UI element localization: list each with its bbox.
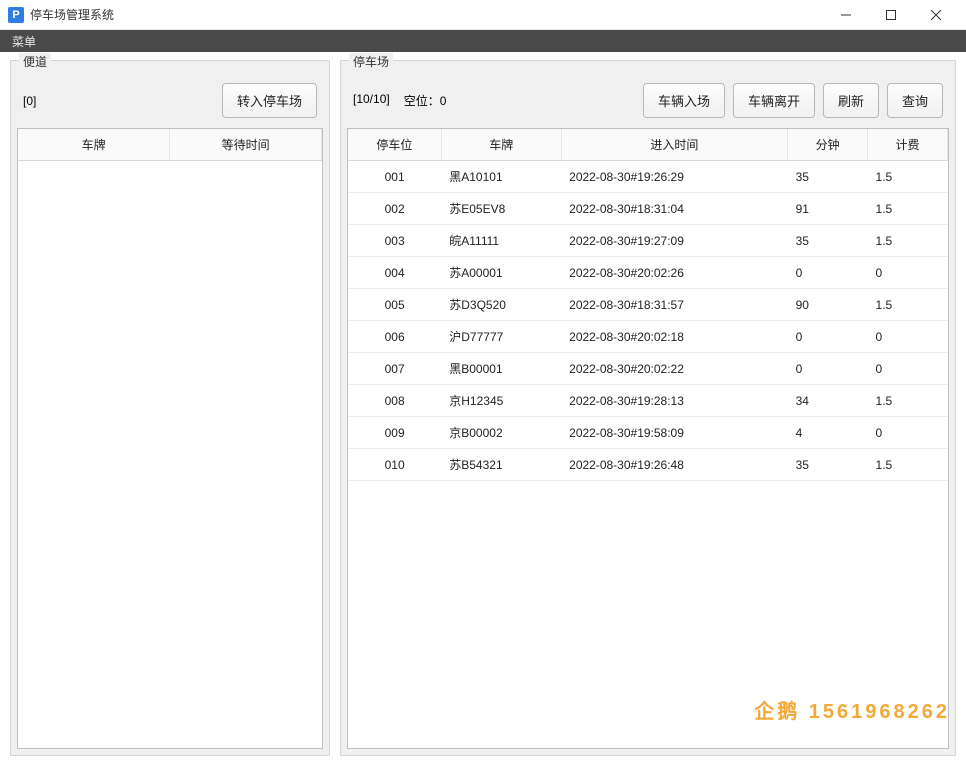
cell-enter_time: 2022-08-30#20:02:26 [561, 257, 787, 289]
cell-minutes: 0 [788, 257, 868, 289]
cell-fee: 0 [868, 353, 948, 385]
lane-table: 车牌 等待时间 [18, 129, 322, 161]
menubar: 菜单 [0, 30, 966, 52]
cell-plate: 苏D3Q520 [441, 289, 561, 321]
cell-fee: 0 [868, 417, 948, 449]
lot-table-wrap[interactable]: 停车位 车牌 进入时间 分钟 计费 001黑A101012022-08-30#1… [347, 128, 949, 749]
minimize-button[interactable] [823, 1, 868, 29]
menu-main[interactable]: 菜单 [8, 33, 40, 50]
table-row[interactable]: 002苏E05EV82022-08-30#18:31:04911.5 [348, 193, 948, 225]
cell-fee: 1.5 [868, 449, 948, 481]
cell-fee: 1.5 [868, 161, 948, 193]
lot-col-plate[interactable]: 车牌 [441, 129, 561, 161]
cell-fee: 0 [868, 257, 948, 289]
table-row[interactable]: 001黑A101012022-08-30#19:26:29351.5 [348, 161, 948, 193]
cell-enter_time: 2022-08-30#19:28:13 [561, 385, 787, 417]
cell-plate: 京H12345 [441, 385, 561, 417]
table-row[interactable]: 004苏A000012022-08-30#20:02:2600 [348, 257, 948, 289]
lot-vacancy: 空位：0 [404, 92, 447, 109]
cell-fee: 1.5 [868, 385, 948, 417]
table-row[interactable]: 003皖A111112022-08-30#19:27:09351.5 [348, 225, 948, 257]
cell-minutes: 4 [788, 417, 868, 449]
vehicle-leave-button[interactable]: 车辆离开 [733, 83, 815, 118]
app-icon: P [8, 7, 24, 23]
window-titlebar: P 停车场管理系统 [0, 0, 966, 30]
cell-spot: 004 [348, 257, 441, 289]
cell-spot: 001 [348, 161, 441, 193]
table-row[interactable]: 006沪D777772022-08-30#20:02:1800 [348, 321, 948, 353]
lot-toolbar: [10/10] 空位：0 车辆入场 车辆离开 刷新 查询 [347, 75, 949, 128]
cell-enter_time: 2022-08-30#19:26:48 [561, 449, 787, 481]
cell-minutes: 35 [788, 225, 868, 257]
cell-enter_time: 2022-08-30#19:26:29 [561, 161, 787, 193]
cell-minutes: 35 [788, 161, 868, 193]
cell-plate: 沪D77777 [441, 321, 561, 353]
cell-minutes: 91 [788, 193, 868, 225]
lot-panel-legend: 停车场 [349, 53, 393, 70]
lot-status: [10/10] 空位：0 [353, 92, 635, 109]
lane-col-plate[interactable]: 车牌 [18, 129, 170, 161]
cell-spot: 008 [348, 385, 441, 417]
close-button[interactable] [913, 1, 958, 29]
cell-fee: 1.5 [868, 193, 948, 225]
query-button[interactable]: 查询 [887, 83, 943, 118]
cell-plate: 苏B54321 [441, 449, 561, 481]
cell-spot: 003 [348, 225, 441, 257]
lot-col-fee[interactable]: 计费 [868, 129, 948, 161]
cell-minutes: 35 [788, 449, 868, 481]
cell-enter_time: 2022-08-30#18:31:57 [561, 289, 787, 321]
lot-panel: 停车场 [10/10] 空位：0 车辆入场 车辆离开 刷新 查询 停车位 车牌 … [340, 60, 956, 756]
cell-plate: 苏A00001 [441, 257, 561, 289]
cell-plate: 黑A10101 [441, 161, 561, 193]
lane-col-wait[interactable]: 等待时间 [170, 129, 322, 161]
lot-col-spot[interactable]: 停车位 [348, 129, 441, 161]
cell-minutes: 0 [788, 353, 868, 385]
cell-enter_time: 2022-08-30#20:02:22 [561, 353, 787, 385]
cell-fee: 0 [868, 321, 948, 353]
cell-plate: 京B00002 [441, 417, 561, 449]
cell-minutes: 90 [788, 289, 868, 321]
lot-col-minutes[interactable]: 分钟 [788, 129, 868, 161]
lot-table: 停车位 车牌 进入时间 分钟 计费 001黑A101012022-08-30#1… [348, 129, 948, 481]
table-row[interactable]: 007黑B000012022-08-30#20:02:2200 [348, 353, 948, 385]
table-row[interactable]: 010苏B543212022-08-30#19:26:48351.5 [348, 449, 948, 481]
maximize-button[interactable] [868, 1, 913, 29]
cell-minutes: 0 [788, 321, 868, 353]
table-row[interactable]: 009京B000022022-08-30#19:58:0940 [348, 417, 948, 449]
cell-enter_time: 2022-08-30#19:27:09 [561, 225, 787, 257]
cell-plate: 皖A11111 [441, 225, 561, 257]
window-title: 停车场管理系统 [30, 6, 823, 23]
cell-spot: 005 [348, 289, 441, 321]
vehicle-enter-button[interactable]: 车辆入场 [643, 83, 725, 118]
lot-col-enter[interactable]: 进入时间 [561, 129, 787, 161]
cell-minutes: 34 [788, 385, 868, 417]
lot-count: [10/10] [353, 92, 390, 109]
cell-enter_time: 2022-08-30#20:02:18 [561, 321, 787, 353]
refresh-button[interactable]: 刷新 [823, 83, 879, 118]
cell-enter_time: 2022-08-30#19:58:09 [561, 417, 787, 449]
window-controls [823, 1, 958, 29]
cell-spot: 009 [348, 417, 441, 449]
content-area: 便道 [0] 转入停车场 车牌 等待时间 停车场 [10/10 [0, 52, 966, 764]
cell-spot: 006 [348, 321, 441, 353]
lane-status: [0] [23, 94, 214, 108]
cell-fee: 1.5 [868, 225, 948, 257]
lane-panel-legend: 便道 [19, 53, 51, 70]
cell-enter_time: 2022-08-30#18:31:04 [561, 193, 787, 225]
cell-spot: 002 [348, 193, 441, 225]
cell-plate: 黑B00001 [441, 353, 561, 385]
table-row[interactable]: 008京H123452022-08-30#19:28:13341.5 [348, 385, 948, 417]
table-row[interactable]: 005苏D3Q5202022-08-30#18:31:57901.5 [348, 289, 948, 321]
lane-panel: 便道 [0] 转入停车场 车牌 等待时间 [10, 60, 330, 756]
cell-fee: 1.5 [868, 289, 948, 321]
lane-table-wrap[interactable]: 车牌 等待时间 [17, 128, 323, 749]
cell-spot: 007 [348, 353, 441, 385]
lane-toolbar: [0] 转入停车场 [17, 75, 323, 128]
cell-spot: 010 [348, 449, 441, 481]
cell-plate: 苏E05EV8 [441, 193, 561, 225]
lane-count: [0] [23, 94, 36, 108]
transfer-to-lot-button[interactable]: 转入停车场 [222, 83, 317, 118]
